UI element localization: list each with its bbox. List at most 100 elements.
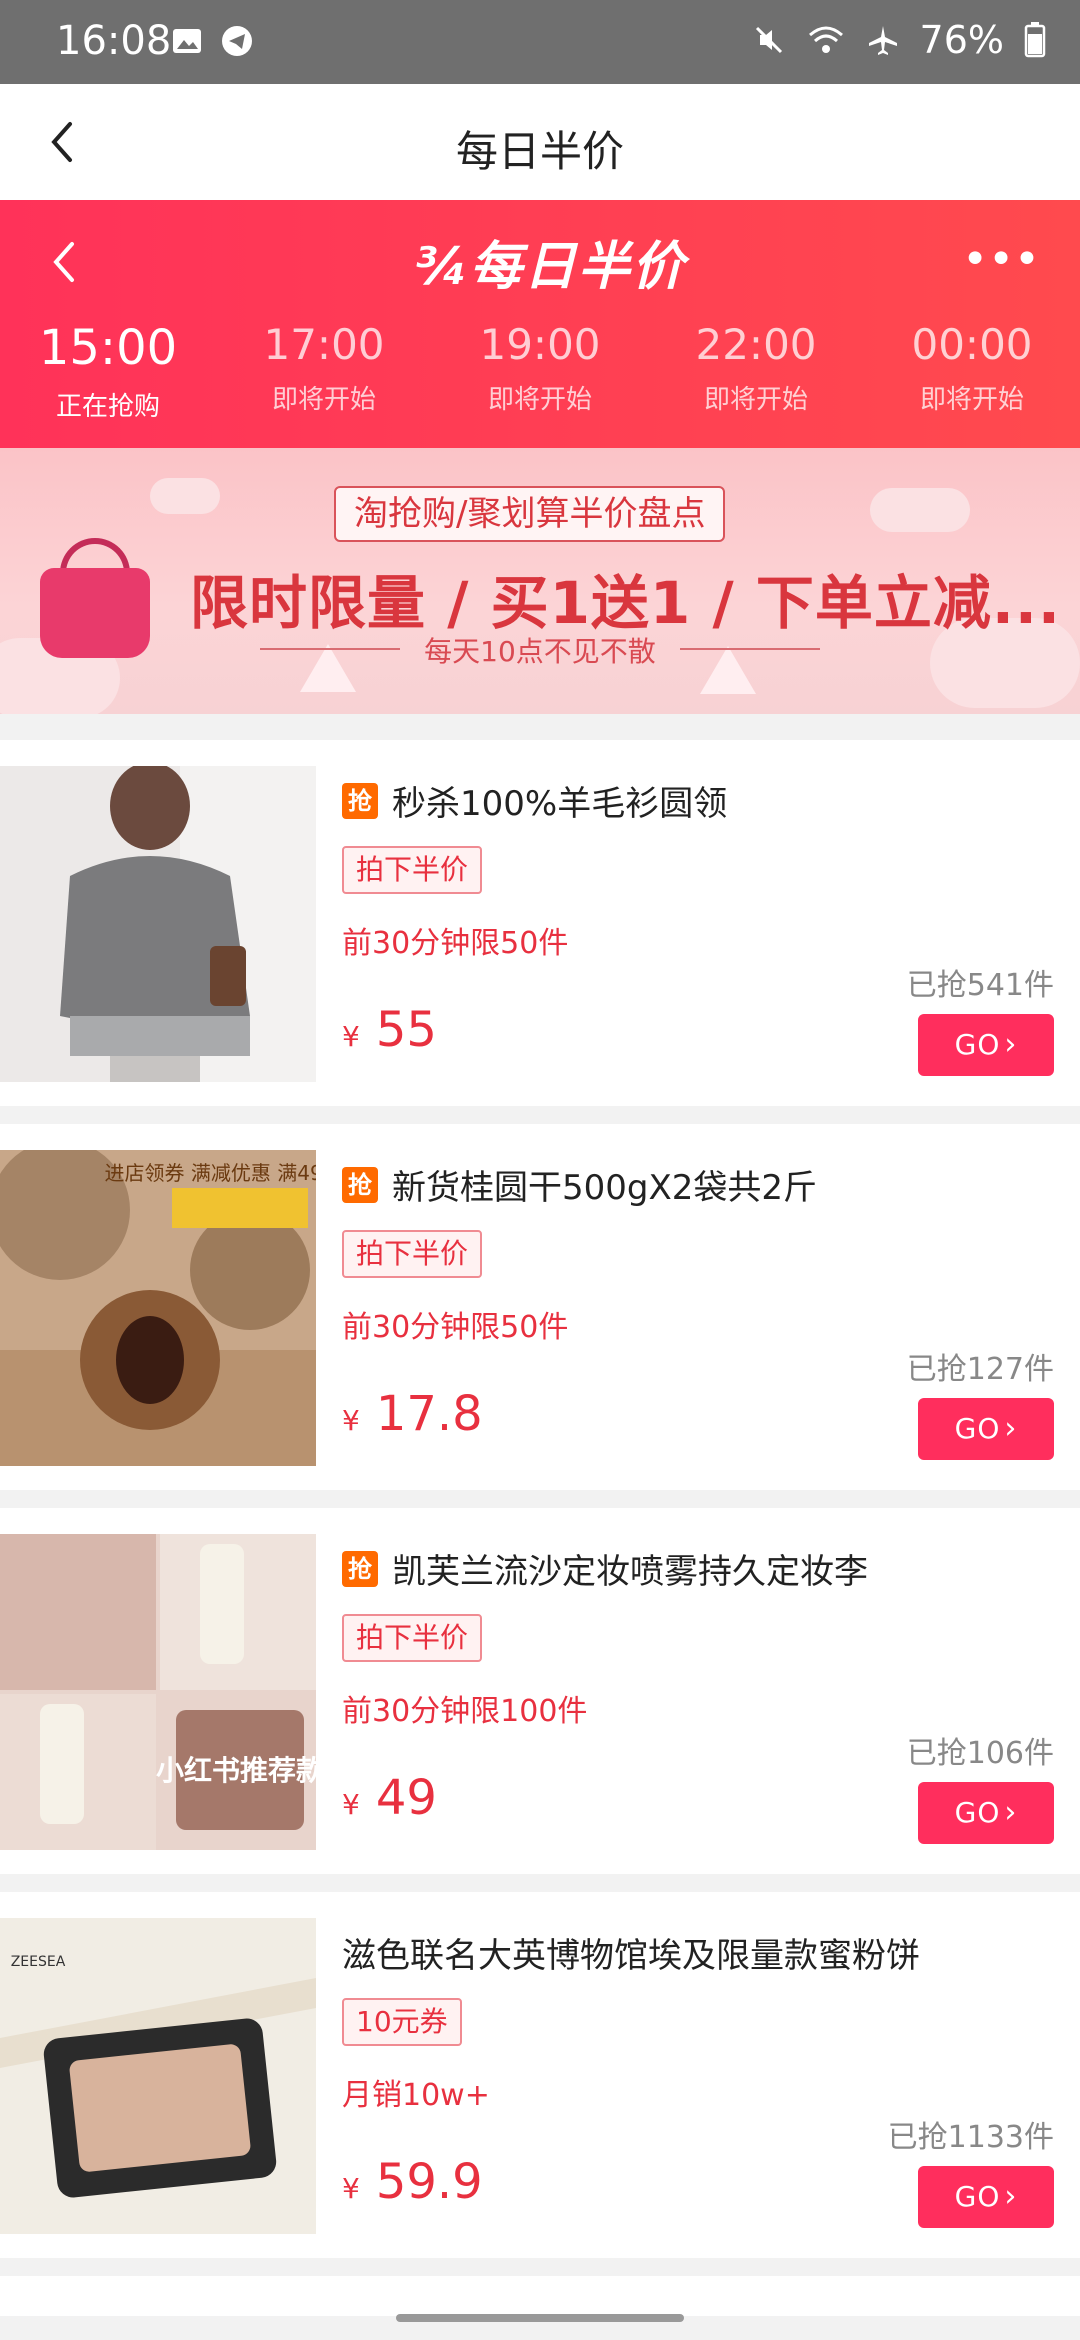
chevron-right-icon: › — [1004, 1795, 1018, 1830]
discount-tag: 拍下半价 — [342, 846, 483, 894]
go-button[interactable]: GO › — [918, 1782, 1054, 1844]
half-price-header: ¾每日半价 ••• 15:00 正在抢购 17:00 即将开始 19:00 即将… — [0, 200, 1080, 448]
price-value: 55 — [375, 1002, 437, 1058]
price: ¥49 — [342, 1770, 437, 1826]
banner-tag: 淘抢购/聚划算半价盘点 — [334, 486, 726, 542]
more-icon[interactable]: ••• — [962, 238, 1040, 282]
app-bar: 每日半价 — [0, 84, 1080, 200]
battery-icon — [1024, 22, 1046, 58]
slot-status: 正在抢购 — [55, 392, 160, 422]
page-title: 每日半价 — [455, 127, 624, 176]
slot-time: 15:00 — [38, 320, 178, 376]
slot-time: 17:00 — [263, 320, 385, 369]
slot-status: 即将开始 — [487, 385, 592, 415]
back-chevron-icon[interactable] — [44, 234, 84, 290]
mute-icon — [755, 26, 782, 54]
product-card-partial[interactable] — [0, 2276, 1080, 2316]
telegram-icon — [222, 26, 252, 56]
product-title: 抢 新货桂圆干500gX2袋共2斤 — [342, 1160, 817, 1209]
time-slot-0000[interactable]: 00:00 即将开始 — [864, 320, 1080, 423]
banner-subtitle: 每天10点不见不散 — [250, 630, 830, 670]
flash-sale-icon: 抢 — [342, 1550, 378, 1587]
wifi-icon — [808, 26, 843, 53]
price-value: 17.8 — [375, 1386, 483, 1442]
limit-text: 前30分钟限50件 — [342, 926, 569, 961]
yen-symbol: ¥ — [342, 1020, 360, 1053]
brand-text: ZEESEA — [11, 1954, 66, 1970]
slot-time: 19:00 — [479, 320, 601, 369]
limit-text: 前30分钟限100件 — [342, 1694, 588, 1729]
sold-count: 已抢1133件 — [887, 2120, 1054, 2155]
product-title: 抢 凯芙兰流沙定妆喷雾持久定妆李 — [342, 1544, 868, 1593]
product-card[interactable]: 抢 秒杀100%羊毛衫圆领 拍下半价 前30分钟限50件 ¥55 已抢541件 … — [0, 740, 1080, 1106]
brand-logo: ¾每日半价 — [414, 237, 686, 297]
product-card[interactable]: 小红书推荐款 抢 凯芙兰流沙定妆喷雾持久定妆李 拍下半价 前30分钟限100件 … — [0, 1508, 1080, 1874]
discount-tag: 拍下半价 — [342, 1230, 483, 1278]
limit-text: 前30分钟限50件 — [342, 1310, 569, 1345]
flash-sale-icon: 抢 — [342, 1166, 378, 1203]
price-value: 49 — [375, 1770, 437, 1826]
cloud-decoration — [150, 478, 220, 514]
go-label: GO — [954, 1028, 1001, 1061]
price: ¥55 — [342, 1002, 437, 1058]
cloud-decoration — [870, 488, 970, 532]
product-image[interactable]: 小红书推荐款 — [0, 1534, 316, 1850]
product-title-text: 滋色联名大英博物馆埃及限量款蜜粉饼 — [342, 1936, 920, 1976]
yen-symbol: ¥ — [342, 1404, 360, 1437]
go-label: GO — [954, 2180, 1001, 2213]
time-slot-1700[interactable]: 17:00 即将开始 — [216, 320, 432, 423]
product-title: 抢 秒杀100%羊毛衫圆领 — [342, 776, 727, 825]
image-badge-text: 小红书推荐款 — [156, 1754, 316, 1787]
product-title: 滋色联名大英博物馆埃及限量款蜜粉饼 — [342, 1928, 920, 1977]
status-right: 76% — [752, 18, 1046, 62]
banner-headline: 限时限量 / 买1送1 / 下单立减... — [190, 569, 1061, 637]
go-label: GO — [954, 1412, 1001, 1445]
slot-status: 即将开始 — [919, 385, 1024, 415]
price: ¥59.9 — [342, 2154, 483, 2210]
product-title-text: 新货桂圆干500gX2袋共2斤 — [392, 1168, 818, 1208]
price-value: 59.9 — [375, 2154, 483, 2210]
time-slot-1900[interactable]: 19:00 即将开始 — [432, 320, 648, 423]
airplane-icon — [868, 26, 897, 55]
status-time: 16:08 — [56, 18, 172, 64]
product-image[interactable]: 进店领券 满减优惠 满49减3元 — [0, 1150, 316, 1466]
monthly-sales: 月销10w+ — [342, 2078, 490, 2113]
discount-tag: 拍下半价 — [342, 1614, 483, 1662]
promo-banner[interactable]: 淘抢购/聚划算半价盘点 限时限量 / 买1送1 / 下单立减... 每天10点不… — [0, 448, 1080, 714]
chevron-right-icon: › — [1004, 2179, 1018, 2214]
time-slot-1500[interactable]: 15:00 正在抢购 — [0, 320, 216, 423]
product-image[interactable]: ZEESEA — [0, 1918, 316, 2234]
product-image[interactable] — [0, 766, 316, 1082]
image-icon — [173, 29, 201, 53]
status-left-icons — [170, 24, 254, 58]
go-button[interactable]: GO › — [918, 2166, 1054, 2228]
handbag-image — [40, 568, 150, 658]
sold-count: 已抢541件 — [906, 968, 1054, 1003]
yen-symbol: ¥ — [342, 1788, 360, 1821]
chevron-right-icon: › — [1004, 1411, 1018, 1446]
product-card[interactable]: ZEESEA 滋色联名大英博物馆埃及限量款蜜粉饼 10元券 月销10w+ ¥59… — [0, 1892, 1080, 2258]
slot-time: 22:00 — [695, 320, 817, 369]
gesture-nav-bar[interactable] — [396, 2314, 684, 2322]
image-promo-text: 进店领券 满减优惠 满49减3元 — [105, 1161, 316, 1185]
sold-count: 已抢106件 — [906, 1736, 1054, 1771]
chevron-right-icon: › — [1004, 1027, 1018, 1062]
product-card[interactable]: 进店领券 满减优惠 满49减3元 抢 新货桂圆干500gX2袋共2斤 拍下半价 … — [0, 1124, 1080, 1490]
go-label: GO — [954, 1796, 1001, 1829]
time-slot-tabs: 15:00 正在抢购 17:00 即将开始 19:00 即将开始 22:00 即… — [0, 320, 1080, 423]
product-title-text: 秒杀100%羊毛衫圆领 — [392, 784, 728, 824]
price: ¥17.8 — [342, 1386, 483, 1442]
slot-time: 00:00 — [911, 320, 1033, 369]
time-slot-2200[interactable]: 22:00 即将开始 — [648, 320, 864, 423]
product-title-text: 凯芙兰流沙定妆喷雾持久定妆李 — [392, 1552, 868, 1592]
battery-percent: 76% — [919, 18, 1004, 62]
coupon-tag: 10元券 — [342, 1998, 462, 2046]
go-button[interactable]: GO › — [918, 1398, 1054, 1460]
flash-sale-icon: 抢 — [342, 782, 378, 819]
yen-symbol: ¥ — [342, 2172, 360, 2205]
slot-status: 即将开始 — [271, 385, 376, 415]
slot-status: 即将开始 — [703, 385, 808, 415]
status-bar: 16:08 76% — [0, 0, 1080, 84]
go-button[interactable]: GO › — [918, 1014, 1054, 1076]
sold-count: 已抢127件 — [906, 1352, 1054, 1387]
